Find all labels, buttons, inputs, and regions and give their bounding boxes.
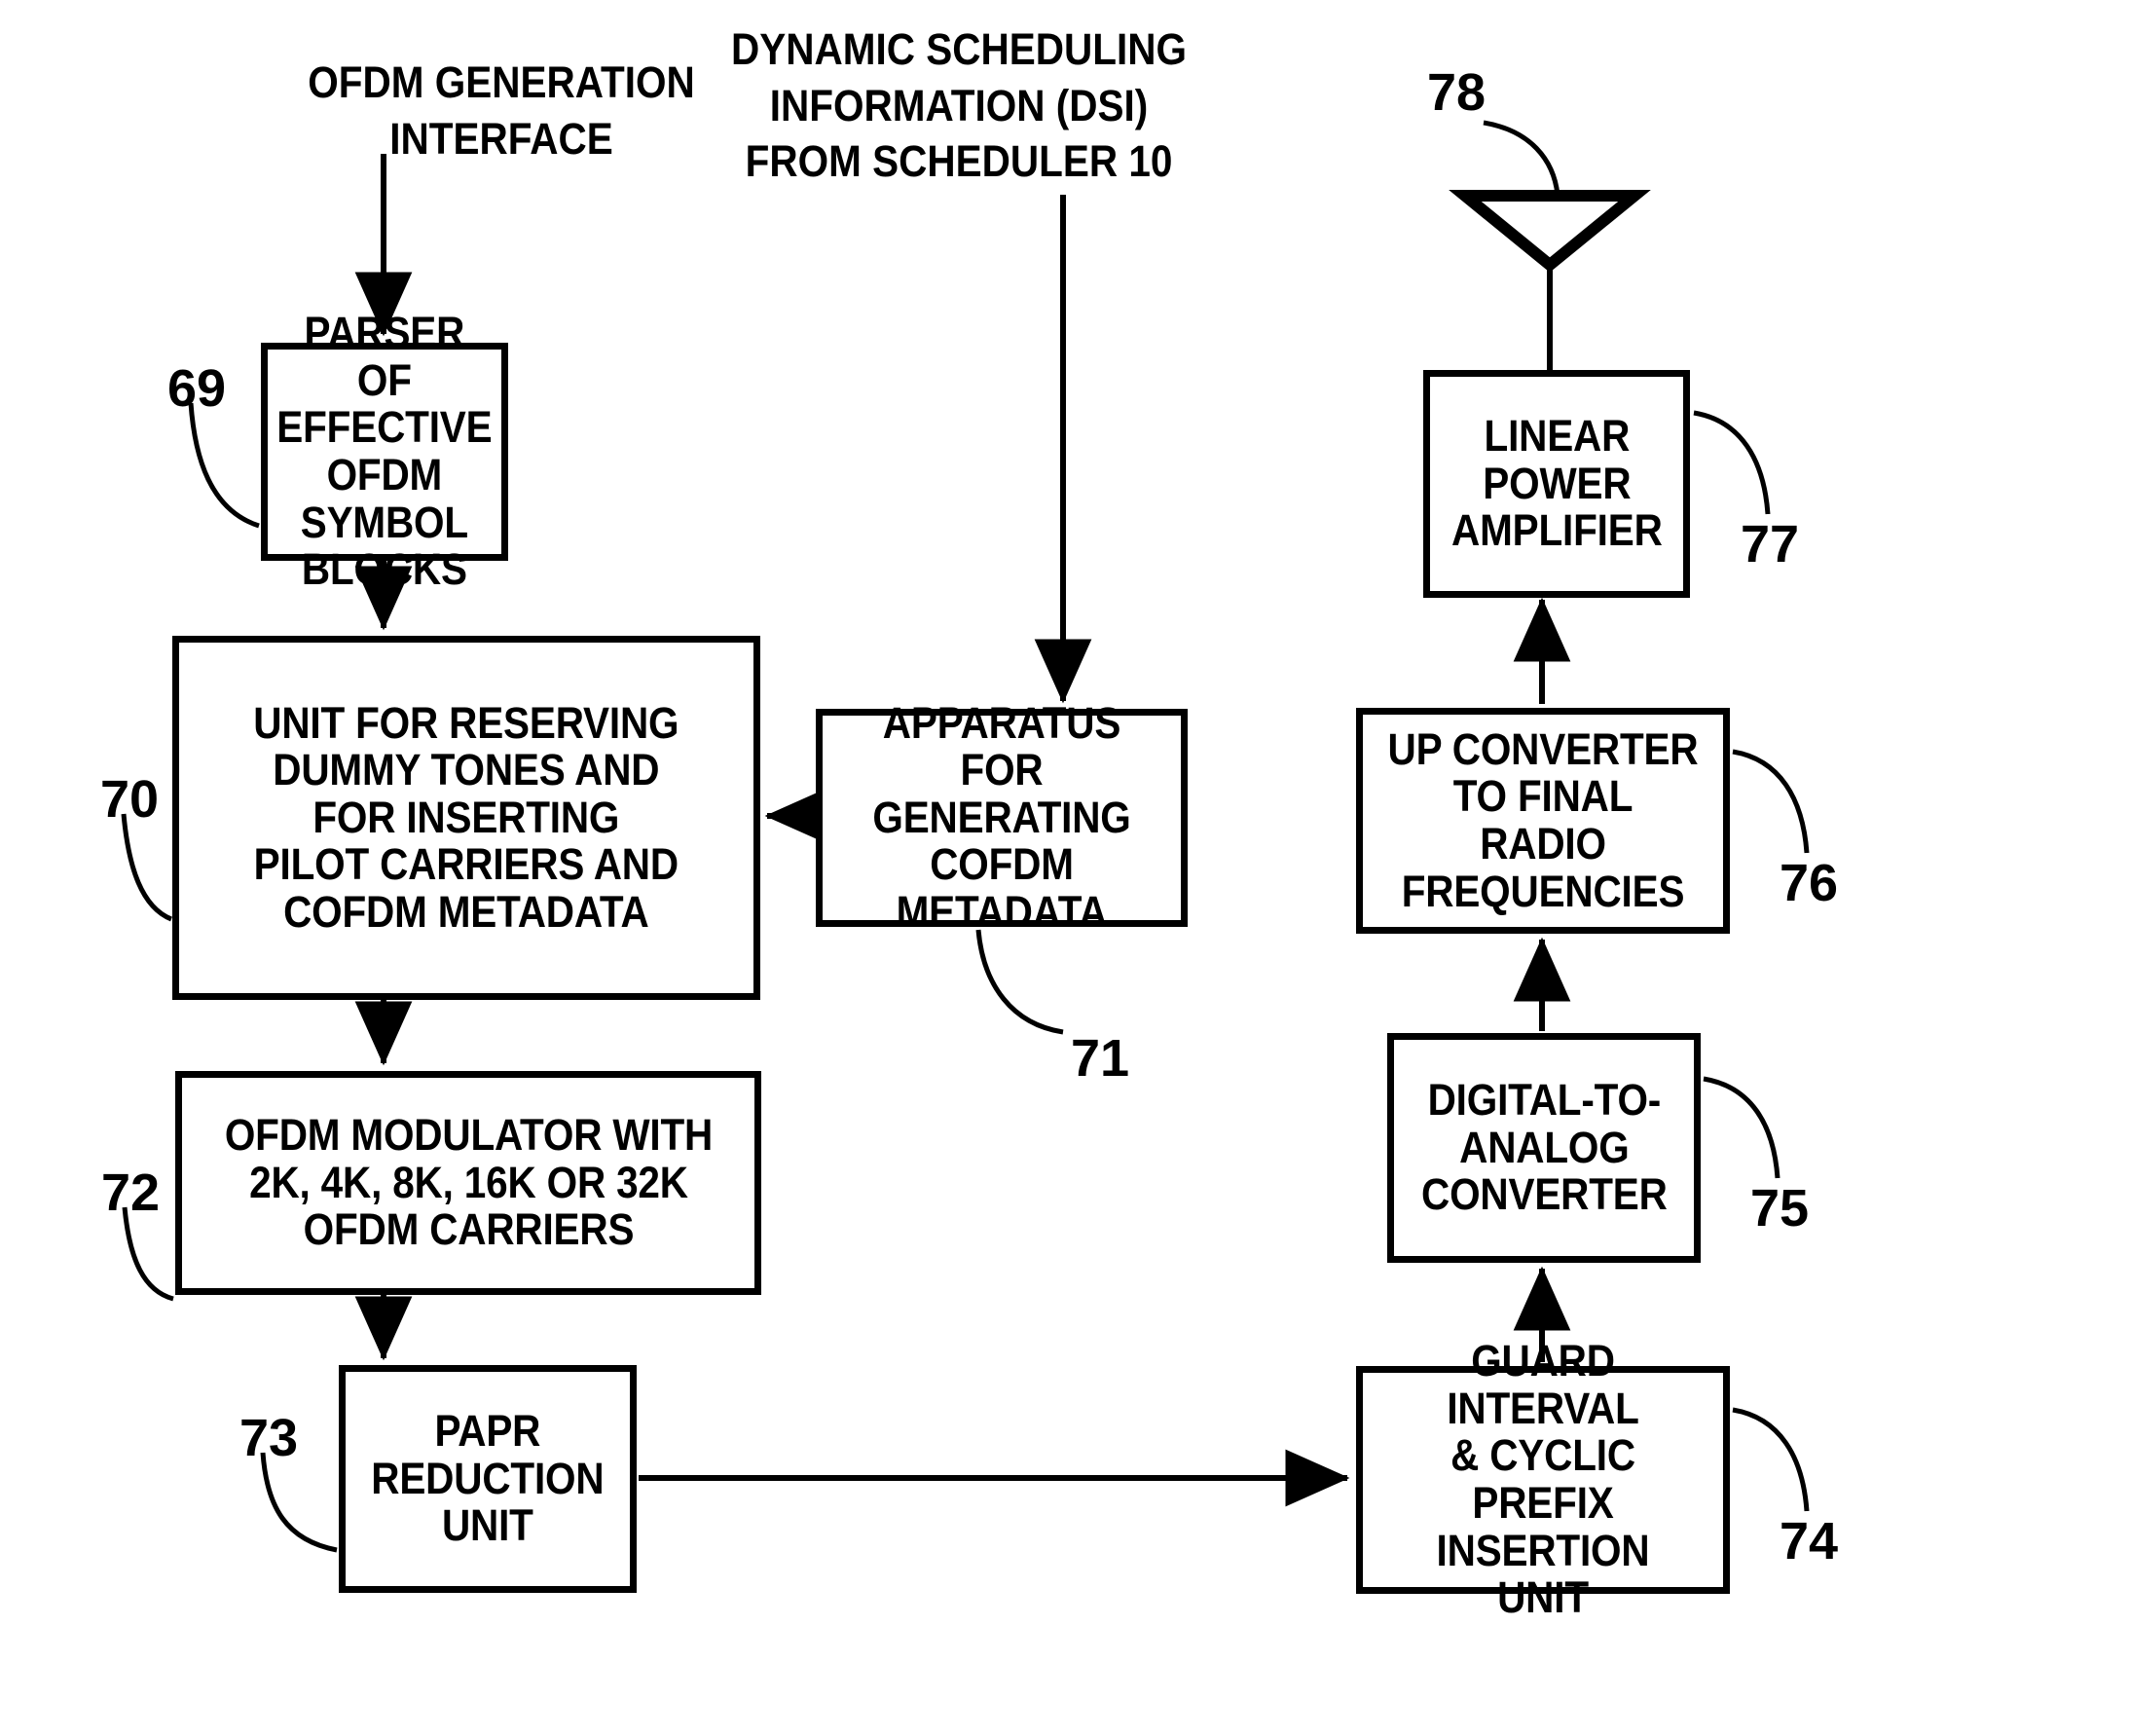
ref-number-70: 70 [100,770,160,829]
leader-line-78 [1483,120,1560,196]
block-label: PARSER OF EFFECTIVE OFDM SYMBOL BLOCKS [276,308,493,595]
leader-line-70 [121,813,173,922]
block-label: UP CONVERTER TO FINAL RADIO FREQUENCIES [1387,723,1699,916]
leader-line-73 [260,1452,338,1553]
block-label: OFDM MODULATOR WITH 2K, 4K, 8K, 16K OR 3… [224,1110,713,1255]
block-label: APPARATUS FOR GENERATING COFDM METADATA [872,697,1131,937]
leader-line-71 [975,929,1064,1035]
ref-number-77: 77 [1741,515,1800,573]
block-apparatus-for-generating-cofdm-metadata[interactable]: APPARATUS FOR GENERATING COFDM METADATA [816,699,1188,936]
block-papr-reduction-unit[interactable]: PAPR REDUCTION UNIT [339,1365,637,1593]
ref-number-71: 71 [1071,1029,1130,1088]
ref-number-69: 69 [167,359,227,418]
ref-number-72: 72 [101,1163,161,1222]
block-unit-for-reserving-dummy-tones[interactable]: UNIT FOR RESERVING DUMMY TONES AND FOR I… [172,636,760,1000]
block-label: UNIT FOR RESERVING DUMMY TONES AND FOR I… [253,697,679,937]
block-digital-to-analog-converter[interactable]: DIGITAL-TO- ANALOG CONVERTER [1387,1033,1701,1263]
block-guard-interval-cyclic-prefix-insertion-unit[interactable]: GUARD INTERVAL & CYCLIC PREFIX INSERTION… [1356,1337,1730,1621]
block-label: LINEAR POWER AMPLIFIER [1450,411,1663,556]
figure-canvas: OFDM GENERATION INTERFACE DYNAMIC SCHEDU… [0,0,2129,1736]
leader-line-74 [1732,1407,1810,1512]
block-linear-power-amplifier[interactable]: LINEAR POWER AMPLIFIER [1423,370,1690,598]
antenna-icon [1449,190,1651,273]
ref-number-75: 75 [1750,1179,1810,1237]
block-ofdm-modulator[interactable]: OFDM MODULATOR WITH 2K, 4K, 8K, 16K OR 3… [175,1071,761,1295]
block-label: PAPR REDUCTION UNIT [371,1406,605,1551]
block-label: GUARD INTERVAL & CYCLIC PREFIX INSERTION… [1436,1336,1650,1623]
block-up-converter-to-final-radio-frequencies[interactable]: UP CONVERTER TO FINAL RADIO FREQUENCIES [1356,708,1730,934]
ref-number-73: 73 [239,1409,299,1467]
leader-line-69 [188,402,260,529]
leader-line-76 [1732,749,1810,854]
leader-line-75 [1703,1076,1780,1179]
block-label: DIGITAL-TO- ANALOG CONVERTER [1420,1075,1668,1220]
caption-dynamic-scheduling-information: DYNAMIC SCHEDULING INFORMATION (DSI) FRO… [730,24,1187,187]
block-parser-of-effective-ofdm-symbol-blocks[interactable]: PARSER OF EFFECTIVE OFDM SYMBOL BLOCKS [261,309,508,593]
leader-line-77 [1693,410,1771,515]
ref-number-74: 74 [1780,1512,1839,1570]
ref-number-78: 78 [1427,63,1487,122]
ref-number-76: 76 [1780,854,1839,912]
